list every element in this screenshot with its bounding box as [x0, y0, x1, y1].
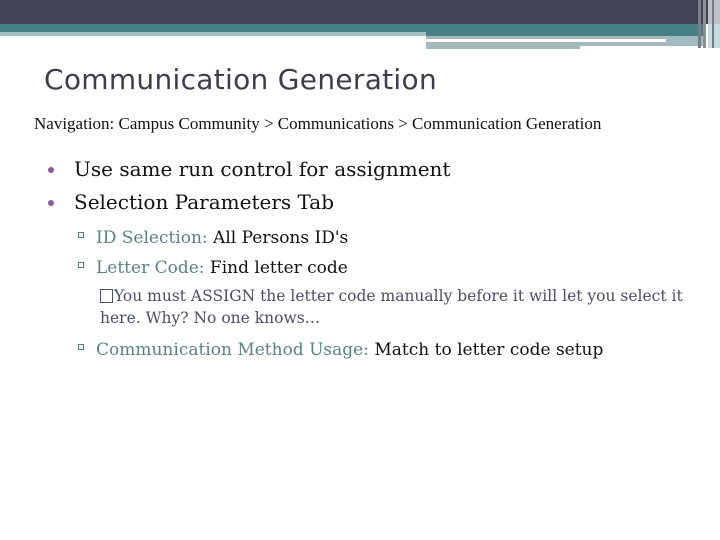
header-accent-bar	[580, 42, 680, 46]
missing-glyph-box-icon	[100, 289, 113, 303]
bullet-text: Use same run control for assignment	[74, 157, 451, 181]
sub-bullet-value: Match to letter code setup	[368, 340, 604, 360]
header-accent-bar	[426, 36, 666, 39]
header-dark-band	[0, 0, 720, 24]
header-stripe	[698, 0, 701, 48]
square-bullet-icon	[78, 262, 84, 268]
square-bullet-icon	[78, 344, 84, 350]
header-stripe	[708, 24, 720, 48]
header-light-band	[0, 32, 426, 36]
navigation-path: Navigation: Campus Community > Communica…	[34, 114, 602, 133]
sub-bullet-value: Find letter code	[204, 258, 348, 278]
sub-bullet-value: All Persons ID's	[207, 228, 349, 248]
dot-bullet-icon	[48, 200, 54, 206]
header-stripe	[708, 0, 720, 24]
slide-title: Communication Generation	[44, 63, 437, 96]
square-bullet-icon	[78, 232, 84, 238]
dot-bullet-icon	[48, 167, 54, 173]
note-item: You must ASSIGN the letter code manually…	[100, 285, 690, 329]
header-stripe	[712, 0, 714, 48]
header-stripe	[703, 0, 706, 48]
sub-bullet-label: Communication Method Usage:	[96, 340, 369, 360]
note-text: You must ASSIGN the letter code manually…	[100, 287, 683, 327]
sub-bullet-label: ID Selection:	[96, 228, 208, 248]
bullet-text: Selection Parameters Tab	[74, 190, 335, 214]
header-accent-bar	[426, 42, 580, 49]
sub-bullet-label: Letter Code:	[96, 258, 205, 278]
